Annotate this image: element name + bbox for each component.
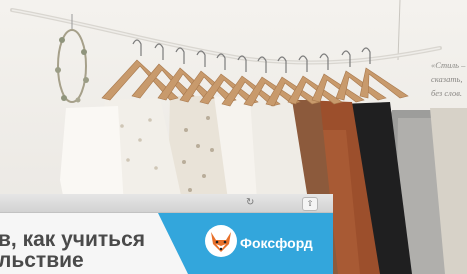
quote-line-2: сказать, bbox=[431, 74, 463, 84]
brand-name[interactable]: Фоксфорд bbox=[240, 235, 313, 251]
quote-text: «Стиль – сказать, без слов. bbox=[431, 58, 467, 100]
browser-toolbar: ↻ ⇧ bbox=[0, 194, 333, 213]
headline-line-2: льствие bbox=[0, 249, 84, 272]
quote-line-1: «Стиль – bbox=[431, 60, 466, 70]
reload-icon[interactable]: ↻ bbox=[246, 197, 254, 208]
laptop-screen: ↻ ⇧ в, как учиться льствие Фоксфорд bbox=[0, 194, 333, 274]
headline-line-1: в, как учиться bbox=[0, 228, 146, 251]
quote-line-3: без слов. bbox=[431, 88, 463, 98]
share-button[interactable]: ⇧ bbox=[302, 197, 318, 211]
fox-logo-icon bbox=[205, 225, 237, 257]
page-headline: в, как учиться льствие bbox=[0, 229, 158, 271]
webpage: в, как учиться льствие Фоксфорд bbox=[0, 213, 333, 274]
